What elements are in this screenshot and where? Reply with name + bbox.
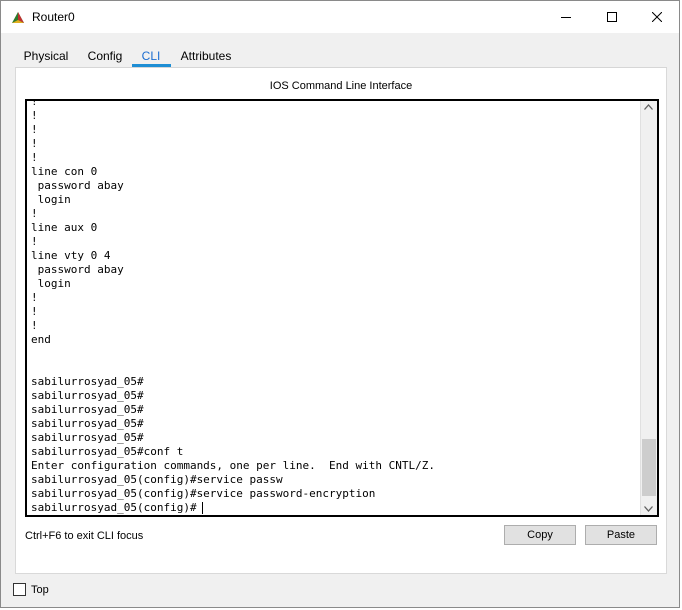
tab-attributes[interactable]: Attributes: [175, 47, 237, 67]
tab-physical[interactable]: Physical: [17, 47, 75, 67]
scroll-down-icon[interactable]: [644, 506, 653, 512]
cli-terminal[interactable]: ! ! ! ! ! line con 0 password abay login…: [25, 99, 659, 517]
title-bar[interactable]: Router0: [1, 1, 679, 33]
terminal-output[interactable]: ! ! ! ! ! line con 0 password abay login…: [31, 101, 635, 515]
top-checkbox-label: Top: [31, 584, 49, 596]
cli-focus-hint: Ctrl+F6 to exit CLI focus: [25, 530, 144, 542]
vertical-scrollbar[interactable]: [640, 101, 657, 515]
window-title: Router0: [32, 10, 75, 24]
tab-config[interactable]: Config: [85, 47, 125, 67]
paste-button[interactable]: Paste: [585, 525, 657, 545]
maximize-icon: [607, 12, 617, 22]
router-app-icon: [10, 9, 26, 25]
minimize-button[interactable]: [543, 1, 589, 33]
maximize-button[interactable]: [589, 1, 635, 33]
panel-title: IOS Command Line Interface: [269, 80, 413, 92]
top-checkbox[interactable]: [13, 583, 26, 596]
router-window: Router0 Physical Config CLI Attributes I…: [0, 0, 680, 608]
text-cursor: [202, 502, 203, 514]
close-button[interactable]: [634, 1, 680, 33]
cli-panel: IOS Command Line Interface ! ! ! ! ! lin…: [15, 68, 667, 574]
close-icon: [652, 12, 662, 22]
scrollbar-thumb[interactable]: [642, 439, 656, 496]
copy-button[interactable]: Copy: [504, 525, 576, 545]
minimize-icon: [561, 17, 571, 18]
scroll-up-icon[interactable]: [644, 104, 653, 110]
